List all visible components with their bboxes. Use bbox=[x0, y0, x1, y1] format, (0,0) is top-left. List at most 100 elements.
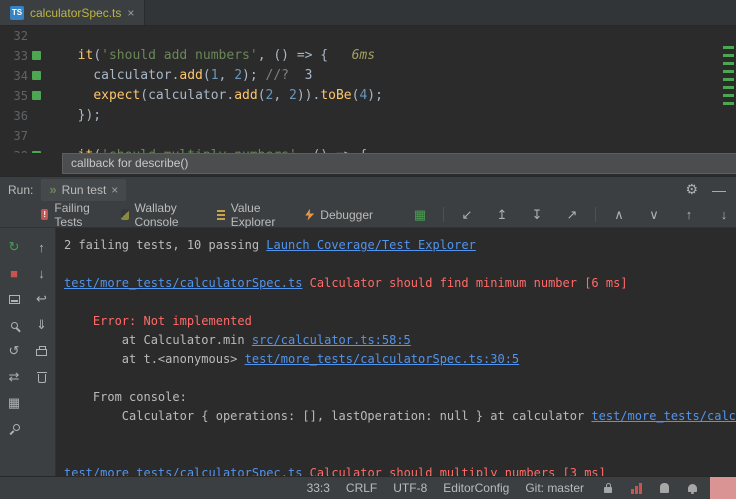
next-occurrence-icon[interactable]: ↓ bbox=[30, 260, 54, 286]
history-icon[interactable]: ⇄ bbox=[2, 364, 26, 390]
console-line bbox=[64, 255, 736, 274]
tab-label: Wallaby Console bbox=[135, 201, 196, 229]
console-link[interactable]: test/more_tests/calculatorSpec.ts bbox=[64, 466, 302, 476]
editorconfig[interactable]: EditorConfig bbox=[443, 481, 509, 495]
editor-tab-bar: TS calculatorSpec.ts × bbox=[0, 0, 736, 26]
console-text: Calculator should multiply numbers [3 ms… bbox=[310, 466, 606, 476]
scroll-to-end-icon[interactable]: ⇓ bbox=[30, 312, 54, 338]
coverage-icon[interactable]: ▦ bbox=[408, 202, 432, 228]
editor-tab-title: calculatorSpec.ts bbox=[30, 6, 121, 20]
tab-value-explorer[interactable]: Value Explorer bbox=[206, 202, 294, 227]
editor-line[interactable]: 37 bbox=[0, 126, 736, 146]
console-line bbox=[64, 369, 736, 388]
coverage-stripe-mark[interactable] bbox=[723, 62, 734, 65]
coverage-square bbox=[30, 26, 62, 46]
editor-line[interactable]: 38 it('should multiply numbers', () => { bbox=[0, 146, 736, 153]
console-output: 2 failing tests, 10 passing Launch Cover… bbox=[56, 228, 736, 476]
line-number: 35 bbox=[0, 86, 30, 106]
wallaby-console-icon bbox=[121, 209, 128, 220]
tab-label: Value Explorer bbox=[231, 201, 284, 229]
settings-gear-icon[interactable]: ⚙ bbox=[685, 181, 698, 198]
coverage-stripe-mark[interactable] bbox=[723, 54, 734, 57]
console-line: test/more_tests/calculatorSpec.ts Calcul… bbox=[64, 464, 736, 476]
clear-all-icon[interactable] bbox=[30, 364, 54, 390]
run-tab[interactable]: » Run test × bbox=[41, 179, 126, 201]
rerun-icon[interactable]: ↻ bbox=[2, 234, 26, 260]
tab-wallaby-console[interactable]: Wallaby Console bbox=[110, 202, 206, 227]
lock-icon[interactable] bbox=[600, 478, 616, 498]
console-link[interactable]: test/more_tests/calculatorSpec.ts bbox=[64, 276, 302, 290]
line-ending[interactable]: CRLF bbox=[346, 481, 377, 495]
tab-debugger[interactable]: Debugger bbox=[294, 202, 384, 227]
coverage-square bbox=[30, 106, 62, 126]
refresh-icon[interactable]: ↺ bbox=[2, 338, 26, 364]
navigate-prev-icon[interactable]: ↙ bbox=[455, 202, 479, 228]
coverage-stripe-mark[interactable] bbox=[723, 70, 734, 73]
stop-icon[interactable]: ■ bbox=[2, 260, 26, 286]
line-number: 32 bbox=[0, 26, 30, 46]
inspector-icon[interactable] bbox=[656, 478, 672, 498]
value-explorer-icon bbox=[217, 210, 224, 220]
console-line bbox=[64, 426, 736, 445]
run-strip-secondary: ↑↓↩⇓ bbox=[28, 228, 56, 476]
pin-icon[interactable] bbox=[2, 416, 26, 442]
console-line bbox=[64, 445, 736, 464]
code-text: calculator.add(1, 2); //? 3 bbox=[62, 66, 312, 86]
console-text bbox=[302, 276, 309, 290]
editor-line[interactable]: 36 }); bbox=[0, 106, 736, 126]
console-link[interactable]: src/calculator.ts:58:5 bbox=[252, 333, 411, 347]
navigate-next-icon[interactable]: ↗ bbox=[560, 202, 584, 228]
scroll-up-icon[interactable]: ↑ bbox=[677, 202, 701, 228]
line-number: 36 bbox=[0, 106, 30, 126]
move-down-icon[interactable]: ↧ bbox=[525, 202, 549, 228]
console-text: Calculator { operations: [], lastOperati… bbox=[64, 409, 591, 423]
console-line: test/more_tests/calculatorSpec.ts Calcul… bbox=[64, 274, 736, 293]
separator bbox=[443, 207, 444, 222]
move-up-icon[interactable]: ↥ bbox=[490, 202, 514, 228]
console-link[interactable]: test/more_tests/calcula bbox=[591, 409, 736, 423]
coverage-stripe-mark[interactable] bbox=[723, 102, 734, 105]
search-icon[interactable] bbox=[2, 312, 26, 338]
console-text: Error: Not implemented bbox=[93, 314, 252, 328]
editor-tab[interactable]: TS calculatorSpec.ts × bbox=[0, 0, 145, 25]
run-toolbar-icons: ▦ ↙ ↥ ↧ ↗ ∧ ∨ ↑ ↓ bbox=[408, 202, 736, 228]
memory-indicator-block[interactable] bbox=[710, 477, 736, 499]
git-branch[interactable]: Git: master bbox=[525, 481, 584, 495]
encoding[interactable]: UTF-8 bbox=[393, 481, 427, 495]
coverage-stripe-mark[interactable] bbox=[723, 94, 734, 97]
coverage-square[interactable] bbox=[30, 146, 62, 153]
options-grid-icon[interactable]: ▦ bbox=[2, 390, 26, 416]
editor-line[interactable]: 34 calculator.add(1, 2); //? 3 bbox=[0, 66, 736, 86]
editor-line[interactable]: 35 expect(calculator.add(2, 2)).toBe(4); bbox=[0, 86, 736, 106]
coverage-stripe-mark[interactable] bbox=[723, 46, 734, 49]
console-link[interactable]: Launch Coverage/Test Explorer bbox=[266, 238, 476, 252]
prev-occurrence-icon[interactable]: ↑ bbox=[30, 234, 54, 260]
collapse-all-icon[interactable]: ∨ bbox=[642, 202, 666, 228]
tab-failing-tests[interactable]: Failing Tests bbox=[30, 202, 110, 227]
expand-all-icon[interactable]: ∧ bbox=[607, 202, 631, 228]
coverage-square[interactable] bbox=[30, 86, 62, 106]
editor-line[interactable]: 32 bbox=[0, 26, 736, 46]
minimize-icon[interactable]: — bbox=[712, 182, 726, 198]
coverage-square[interactable] bbox=[30, 46, 62, 66]
restore-layout-icon[interactable] bbox=[2, 286, 26, 312]
soft-wrap-icon[interactable]: ↩ bbox=[30, 286, 54, 312]
coverage-stripe-mark[interactable] bbox=[723, 78, 734, 81]
coverage-square bbox=[30, 126, 62, 146]
coverage-stripe-mark[interactable] bbox=[723, 86, 734, 89]
notifications-bell-icon[interactable] bbox=[684, 478, 700, 498]
print-icon[interactable] bbox=[30, 338, 54, 364]
caret-position[interactable]: 33:3 bbox=[307, 481, 330, 495]
coverage-square[interactable] bbox=[30, 66, 62, 86]
console-line: at t.<anonymous> test/more_tests/calcula… bbox=[64, 350, 736, 369]
console-text: Calculator should find minimum number [6… bbox=[310, 276, 628, 290]
close-icon[interactable]: × bbox=[111, 183, 118, 197]
line-number: 34 bbox=[0, 66, 30, 86]
run-tab-title: Run test bbox=[62, 183, 107, 197]
close-icon[interactable]: × bbox=[127, 6, 134, 20]
wallaby-chart-icon[interactable] bbox=[628, 478, 644, 498]
editor-line[interactable]: 33 it('should add numbers', () => { 6ms bbox=[0, 46, 736, 66]
console-link[interactable]: test/more_tests/calculatorSpec.ts:30:5 bbox=[245, 352, 520, 366]
scroll-down-icon[interactable]: ↓ bbox=[712, 202, 736, 228]
console-line: From console: bbox=[64, 388, 736, 407]
